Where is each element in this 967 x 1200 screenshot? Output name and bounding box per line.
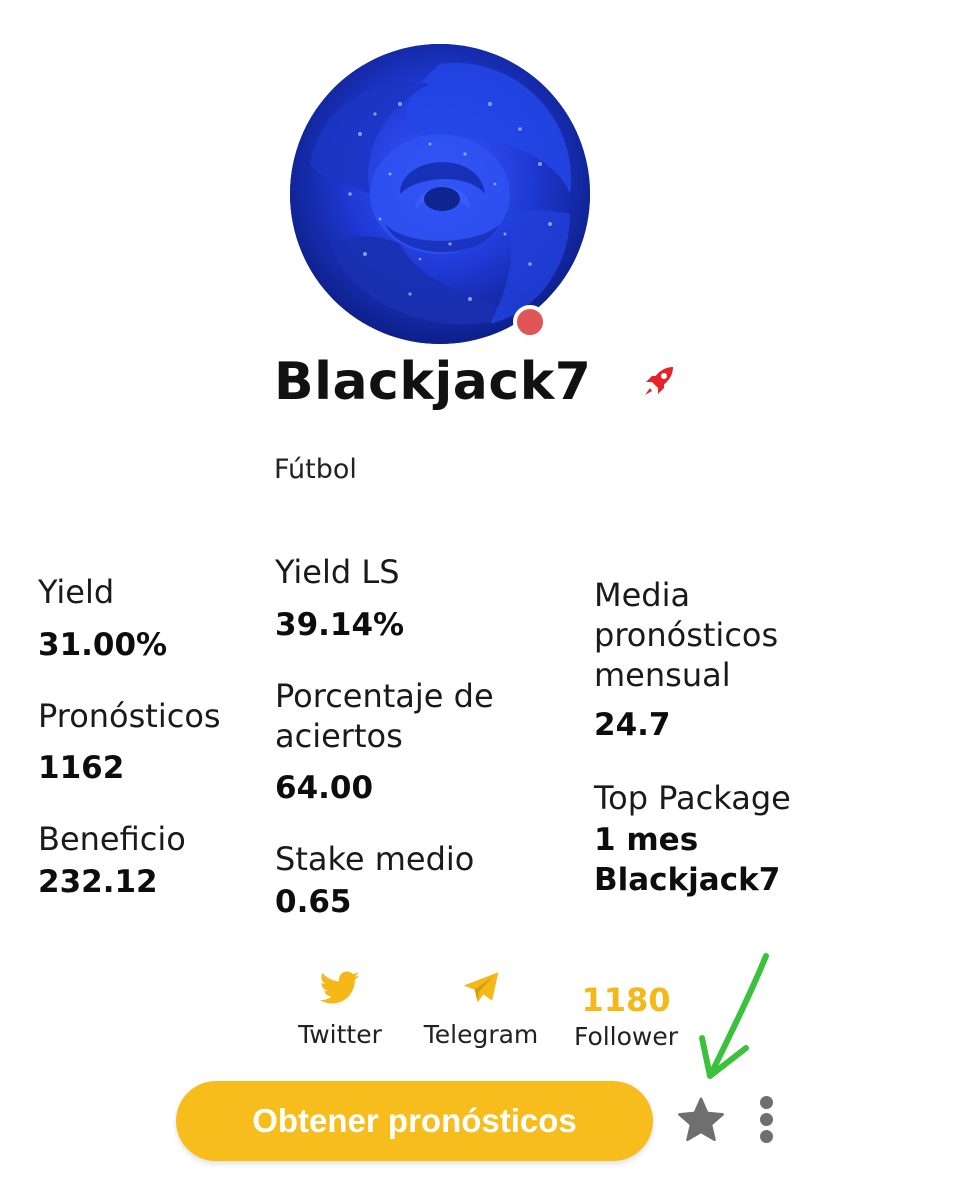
top-package-label: Top Package	[594, 779, 791, 817]
followers-block[interactable]: 1180 Follower	[568, 982, 684, 1051]
twitter-bird-icon	[320, 971, 360, 1004]
rocket-icon	[640, 362, 680, 402]
pronosticos-value: 1162	[38, 750, 125, 786]
beneficio-value: 232.12	[38, 864, 158, 900]
telegram-plane-icon	[463, 972, 499, 1003]
media-value: 24.7	[594, 707, 671, 743]
online-status-dot	[513, 305, 547, 339]
beneficio-label: Beneficio	[38, 820, 186, 858]
blue-rose-image	[290, 44, 590, 344]
profile-username: Blackjack7	[274, 352, 592, 412]
green-arrow-annotation	[699, 953, 769, 1079]
media-label-line2: pronósticos	[594, 616, 779, 654]
stake-label: Stake medio	[275, 840, 475, 878]
yield-value: 31.00%	[38, 627, 168, 663]
porcentaje-label-line1: Porcentaje de	[275, 677, 494, 715]
avatar	[290, 44, 590, 344]
twitter-label: Twitter	[298, 1020, 382, 1049]
media-label-line1: Media	[594, 576, 691, 614]
yield-ls-value: 39.14%	[275, 607, 405, 643]
telegram-link[interactable]: Telegram	[420, 970, 542, 1049]
porcentaje-label-line2: aciertos	[275, 717, 403, 755]
star-icon[interactable]	[676, 1095, 726, 1145]
followers-count: 1180	[581, 981, 671, 1019]
yield-label: Yield	[38, 573, 115, 611]
pronosticos-label: Pronósticos	[38, 697, 221, 735]
sport-label: Fútbol	[274, 454, 357, 485]
yield-ls-label: Yield LS	[275, 553, 400, 591]
telegram-label: Telegram	[423, 1020, 539, 1049]
stake-value: 0.65	[275, 884, 352, 920]
more-vertical-icon[interactable]	[755, 1096, 777, 1144]
top-package-value-line1: 1 mes	[594, 822, 699, 858]
top-package-value-line2: Blackjack7	[594, 862, 781, 898]
media-label-line3: mensual	[594, 656, 731, 694]
get-predictions-button[interactable]: Obtener pronósticos	[176, 1081, 653, 1161]
followers-label: Follower	[573, 1022, 679, 1051]
porcentaje-value: 64.00	[275, 770, 374, 806]
twitter-link[interactable]: Twitter	[290, 970, 390, 1049]
